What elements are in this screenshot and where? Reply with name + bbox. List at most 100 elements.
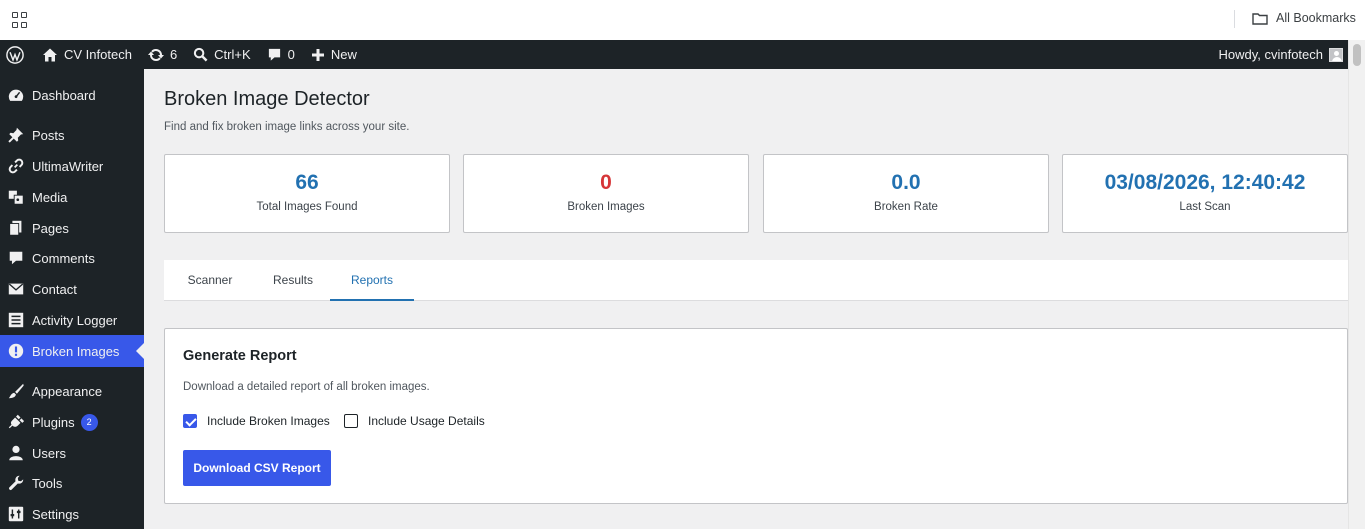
sidebar-item-label: Settings bbox=[32, 506, 79, 522]
sidebar-item-comments[interactable]: Comments bbox=[0, 242, 144, 274]
tab-scanner[interactable]: Scanner bbox=[164, 260, 256, 300]
search-command-link[interactable]: Ctrl+K bbox=[185, 40, 258, 69]
comments-count: 0 bbox=[287, 47, 295, 62]
sidebar-item-users[interactable]: Users bbox=[0, 437, 144, 469]
pin-icon bbox=[6, 125, 26, 145]
sidebar-item-label: Plugins bbox=[32, 414, 75, 430]
plugin-icon bbox=[6, 412, 26, 432]
sidebar-item-label: Dashboard bbox=[32, 87, 96, 103]
wrench-icon bbox=[6, 473, 26, 493]
sidebar-item-label: Comments bbox=[32, 250, 95, 266]
sidebar-item-broken-images[interactable]: Broken Images bbox=[0, 335, 144, 367]
page-scrollbar[interactable] bbox=[1348, 40, 1365, 529]
folder-icon bbox=[1252, 12, 1268, 25]
page-title: Broken Image Detector bbox=[164, 88, 370, 110]
sidebar-item-pages[interactable]: Pages bbox=[0, 212, 144, 244]
include-broken-images-checkbox[interactable] bbox=[183, 414, 197, 428]
sidebar-item-label: Broken Images bbox=[32, 343, 120, 359]
include-usage-details-label: Include Usage Details bbox=[368, 414, 485, 428]
include-usage-details-option[interactable]: Include Usage Details bbox=[344, 414, 485, 428]
sidebar-item-label: Tools bbox=[32, 475, 63, 491]
sidebar-item-label: Posts bbox=[32, 127, 65, 143]
sidebar-item-dashboard[interactable]: Dashboard bbox=[0, 79, 144, 111]
sidebar-item-ultimawriter[interactable]: UltimaWriter bbox=[0, 150, 144, 182]
plugins-update-badge: 2 bbox=[80, 413, 98, 431]
include-usage-details-checkbox[interactable] bbox=[344, 414, 358, 428]
stat-card-broken-rate: 0.0 Broken Rate bbox=[763, 154, 1049, 233]
stat-label: Broken Images bbox=[567, 201, 645, 213]
stat-label: Last Scan bbox=[1179, 201, 1231, 213]
brush-icon bbox=[6, 381, 26, 401]
comments-link[interactable]: 0 bbox=[259, 40, 303, 69]
sidebar-item-label: UltimaWriter bbox=[32, 158, 104, 174]
download-csv-report-button[interactable]: Download CSV Report bbox=[183, 450, 331, 486]
page-description: Find and fix broken image links across y… bbox=[164, 121, 410, 133]
stat-value: 0 bbox=[600, 171, 612, 194]
all-bookmarks-label: All Bookmarks bbox=[1276, 11, 1356, 25]
stat-label: Broken Rate bbox=[874, 201, 938, 213]
dashboard-icon bbox=[6, 85, 26, 105]
search-icon bbox=[194, 47, 208, 62]
wordpress-icon bbox=[6, 45, 24, 64]
comment-icon bbox=[6, 248, 26, 268]
all-bookmarks-button[interactable]: All Bookmarks bbox=[1252, 11, 1356, 25]
wordpress-logo-button[interactable] bbox=[0, 40, 34, 69]
tab-reports[interactable]: Reports bbox=[330, 260, 414, 301]
sidebar-item-label: Appearance bbox=[32, 383, 103, 399]
sidebar-item-posts[interactable]: Posts bbox=[0, 119, 144, 151]
bookmarks-divider bbox=[1234, 10, 1235, 28]
updates-count: 6 bbox=[169, 47, 178, 62]
stat-value: 03/08/2026, 12:40:42 bbox=[1104, 171, 1306, 194]
sidebar-item-media[interactable]: Media bbox=[0, 181, 144, 213]
sidebar-item-label: Pages bbox=[32, 220, 69, 236]
sidebar-item-label: Media bbox=[32, 189, 68, 205]
stat-card-broken-images: 0 Broken Images bbox=[463, 154, 749, 233]
sidebar-item-appearance[interactable]: Appearance bbox=[0, 375, 144, 407]
new-label: New bbox=[330, 47, 357, 62]
updates-icon bbox=[147, 48, 164, 61]
include-broken-images-label: Include Broken Images bbox=[207, 414, 330, 428]
report-title: Generate Report bbox=[183, 348, 297, 364]
mail-icon bbox=[6, 279, 26, 299]
howdy-text: Howdy, cvinfotech bbox=[1218, 47, 1323, 62]
sidebar-item-label: Contact bbox=[32, 281, 77, 297]
site-name: CV Infotech bbox=[64, 47, 132, 62]
settings-icon bbox=[6, 504, 26, 524]
apps-grid-icon[interactable] bbox=[12, 12, 28, 28]
admin-sidebar: Dashboard Posts UltimaWriter Media Pages… bbox=[0, 69, 144, 529]
home-icon bbox=[43, 48, 57, 61]
avatar bbox=[1329, 47, 1343, 62]
generate-report-panel: Generate Report Download a detailed repo… bbox=[164, 328, 1348, 504]
search-shortcut: Ctrl+K bbox=[214, 47, 251, 62]
new-content-link[interactable]: New bbox=[303, 40, 365, 69]
tab-results[interactable]: Results bbox=[256, 260, 330, 300]
sidebar-item-contact[interactable]: Contact bbox=[0, 273, 144, 305]
comment-icon bbox=[268, 48, 280, 61]
alert-icon bbox=[6, 341, 26, 361]
media-icon bbox=[6, 187, 26, 207]
stat-value: 0.0 bbox=[891, 171, 921, 194]
updates-link[interactable]: 6 bbox=[140, 40, 185, 69]
stat-label: Total Images Found bbox=[256, 201, 358, 213]
plus-icon bbox=[311, 48, 324, 61]
bookmarks-bar: All Bookmarks bbox=[0, 0, 1365, 40]
stat-card-last-scan: 03/08/2026, 12:40:42 Last Scan bbox=[1062, 154, 1348, 233]
pages-icon bbox=[6, 218, 26, 238]
report-description: Download a detailed report of all broken… bbox=[183, 381, 430, 393]
site-name-link[interactable]: CV Infotech bbox=[34, 40, 140, 69]
stat-value: 66 bbox=[295, 171, 319, 194]
sidebar-item-settings[interactable]: Settings bbox=[0, 498, 144, 529]
tab-bar: Scanner Results Reports bbox=[164, 260, 1348, 301]
user-icon bbox=[6, 443, 26, 463]
sidebar-item-label: Activity Logger bbox=[32, 312, 118, 328]
stat-card-total-images: 66 Total Images Found bbox=[164, 154, 450, 233]
admin-bar: CV Infotech 6 Ctrl+K 0 New Howdy, cvinfo… bbox=[0, 40, 1365, 69]
include-broken-images-option[interactable]: Include Broken Images bbox=[183, 414, 330, 428]
sidebar-item-label: Users bbox=[32, 445, 66, 461]
my-account-link[interactable]: Howdy, cvinfotech bbox=[1218, 40, 1343, 69]
sidebar-item-tools[interactable]: Tools bbox=[0, 467, 144, 499]
scrollbar-thumb[interactable] bbox=[1353, 44, 1361, 66]
sidebar-item-plugins[interactable]: Plugins 2 bbox=[0, 406, 144, 438]
sidebar-item-activity-logger[interactable]: Activity Logger bbox=[0, 304, 144, 336]
link-icon bbox=[6, 156, 26, 176]
